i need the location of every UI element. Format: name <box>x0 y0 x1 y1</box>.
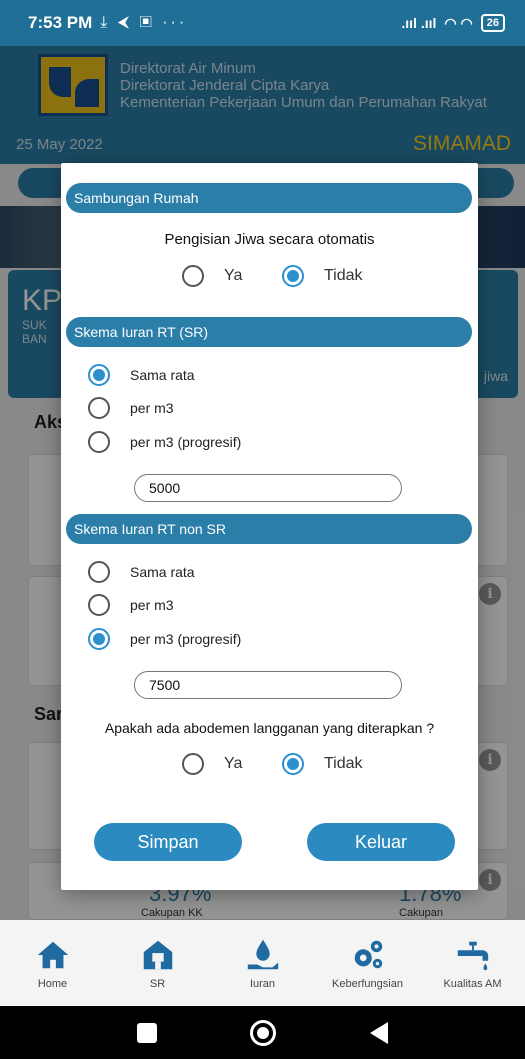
radio-sr-per-m3[interactable]: per m3 <box>88 397 174 419</box>
exit-button[interactable]: Keluar <box>307 823 455 861</box>
hand-drop-icon <box>247 939 278 970</box>
gears-icon <box>354 940 382 969</box>
radio-jiwa-ya[interactable]: Ya <box>182 265 242 287</box>
system-navigation-bar <box>0 1006 525 1059</box>
radio-label: Ya <box>224 755 243 772</box>
radio-button[interactable] <box>88 561 110 583</box>
radio-button-selected[interactable] <box>282 265 304 287</box>
nonsr-amount-input[interactable] <box>134 671 402 699</box>
radio-button-selected[interactable] <box>88 628 110 650</box>
radio-label: Tidak <box>324 755 363 772</box>
radio-abodemen-tidak[interactable]: Tidak <box>282 753 363 775</box>
home-system-icon[interactable] <box>250 1019 277 1046</box>
radio-button[interactable] <box>88 594 110 616</box>
signal-icon: .ııl .ııl <box>401 15 437 31</box>
nav-label: Keberfungsian <box>332 978 403 990</box>
radio-label: Sama rata <box>130 564 195 580</box>
section-header-sambungan: Sambungan Rumah <box>66 183 472 213</box>
faucet-icon <box>457 941 488 971</box>
iuran-settings-dialog: Sambungan Rumah Pengisian Jiwa secara ot… <box>61 163 478 890</box>
notification-icons: ⤓ ⮜ ▣ ··· <box>100 14 188 31</box>
recent-apps-icon[interactable] <box>136 1022 157 1043</box>
radio-jiwa-tidak[interactable]: Tidak <box>282 265 363 287</box>
radio-button[interactable] <box>182 753 204 775</box>
radio-label: per m3 <box>130 400 174 416</box>
nav-label: SR <box>149 978 166 990</box>
radio-label: Tidak <box>324 267 363 284</box>
question-abodemen: Apakah ada abodemen langganan yang diter… <box>104 720 435 736</box>
sr-amount-input[interactable] <box>134 474 402 502</box>
radio-label: per m3 (progresif) <box>130 434 242 450</box>
radio-button-selected[interactable] <box>88 364 110 386</box>
radio-label: per m3 (progresif) <box>130 631 242 647</box>
nav-label: Kualitas AM <box>443 978 502 990</box>
nav-item-kualitas-am[interactable]: Kualitas AM <box>420 920 525 1006</box>
status-time: 7:53 PM <box>28 13 93 32</box>
radio-sr-sama-rata[interactable]: Sama rata <box>88 364 195 386</box>
radio-nonsr-per-m3[interactable]: per m3 <box>88 594 174 616</box>
nav-label: Home <box>37 978 68 990</box>
section-header-iuran-non-sr: Skema Iuran RT non SR <box>66 514 472 544</box>
bottom-navigation: Home SR Iuran Keberfungsian Kualitas AM <box>0 920 525 1006</box>
radio-sr-per-m3-progresif[interactable]: per m3 (progresif) <box>88 431 241 453</box>
back-icon[interactable] <box>370 1021 389 1044</box>
save-button[interactable]: Simpan <box>94 823 242 861</box>
nav-item-iuran[interactable]: Iuran <box>210 920 315 1006</box>
wifi-icon: ◠ ◠ <box>444 14 473 31</box>
radio-button[interactable] <box>88 431 110 453</box>
radio-abodemen-ya[interactable]: Ya <box>182 753 242 775</box>
home-icon <box>37 941 68 969</box>
radio-label: Ya <box>224 267 243 284</box>
radio-label: Sama rata <box>130 367 195 383</box>
radio-button-selected[interactable] <box>282 753 304 775</box>
question-jiwa-otomatis: Pengisian Jiwa secara otomatis <box>164 231 375 248</box>
section-header-iuran-sr: Skema Iuran RT (SR) <box>66 317 472 347</box>
radio-nonsr-sama-rata[interactable]: Sama rata <box>88 561 195 583</box>
radio-button[interactable] <box>182 265 204 287</box>
radio-button[interactable] <box>88 397 110 419</box>
nav-item-keberfungsian[interactable]: Keberfungsian <box>315 920 420 1006</box>
radio-nonsr-per-m3-progresif[interactable]: per m3 (progresif) <box>88 628 241 650</box>
radio-label: per m3 <box>130 597 174 613</box>
nav-label: Iuran <box>249 978 276 990</box>
nav-item-sr[interactable]: SR <box>105 920 210 1006</box>
status-bar: 7:53 PM ⤓ ⮜ ▣ ··· .ııl .ııl ◠ ◠ 26 <box>0 0 525 46</box>
house-icon <box>143 940 172 970</box>
battery-icon: 26 <box>480 14 505 32</box>
nav-item-home[interactable]: Home <box>0 920 105 1006</box>
